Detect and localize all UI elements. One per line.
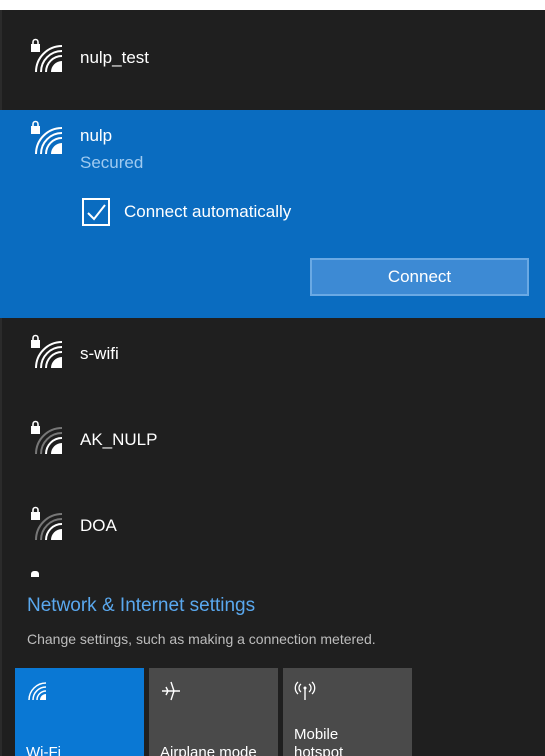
network-item-nulp-selected[interactable]: nulp Secured Connect automatically Conne… — [0, 110, 545, 318]
secured-wifi-icon — [31, 38, 63, 73]
airplane-mode-label: Airplane mode — [160, 744, 257, 756]
connect-automatically-label: Connect automatically — [124, 202, 292, 221]
network-flyout: nulp_test nulp Secured Connect automatic… — [0, 10, 545, 756]
network-ssid: nulp_test — [80, 48, 149, 67]
network-item-doa[interactable]: DOA — [0, 478, 545, 564]
connect-button[interactable]: Connect — [310, 258, 529, 296]
network-ssid: AK_NULP — [80, 430, 158, 449]
airplane-icon — [162, 681, 180, 701]
secured-wifi-icon — [31, 120, 63, 155]
network-ssid: s-wifi — [80, 344, 119, 363]
network-item-nulp-test[interactable]: nulp_test — [0, 10, 545, 96]
wifi-toggle-tile[interactable]: Wi-Fi — [15, 668, 144, 756]
network-status: Secured — [80, 153, 144, 172]
wifi-icon — [28, 682, 47, 701]
network-item-s-wifi[interactable]: s-wifi — [0, 306, 545, 392]
connect-automatically-checkbox[interactable]: Connect automatically — [82, 198, 291, 226]
wifi-tile-label: Wi-Fi — [26, 744, 61, 756]
secured-wifi-icon — [31, 334, 63, 369]
secured-wifi-icon-weak — [31, 506, 63, 541]
airplane-mode-tile[interactable]: Airplane mode — [149, 668, 278, 756]
mobile-hotspot-tile[interactable]: Mobile hotspot — [283, 668, 412, 756]
checkbox-box[interactable] — [82, 198, 110, 226]
network-ssid: DOA — [80, 516, 117, 535]
network-ssid: nulp — [80, 126, 113, 145]
network-item-ak-nulp[interactable]: AK_NULP — [0, 392, 545, 478]
checkmark-icon — [87, 204, 106, 221]
hotspot-icon — [294, 681, 316, 700]
secured-wifi-icon-weak — [31, 420, 63, 455]
mobile-hotspot-label: Mobile hotspot — [294, 726, 344, 756]
lock-icon-partial — [31, 571, 39, 577]
network-settings-link[interactable]: Network & Internet settings — [27, 595, 255, 617]
network-settings-description: Change settings, such as making a connec… — [27, 631, 376, 647]
